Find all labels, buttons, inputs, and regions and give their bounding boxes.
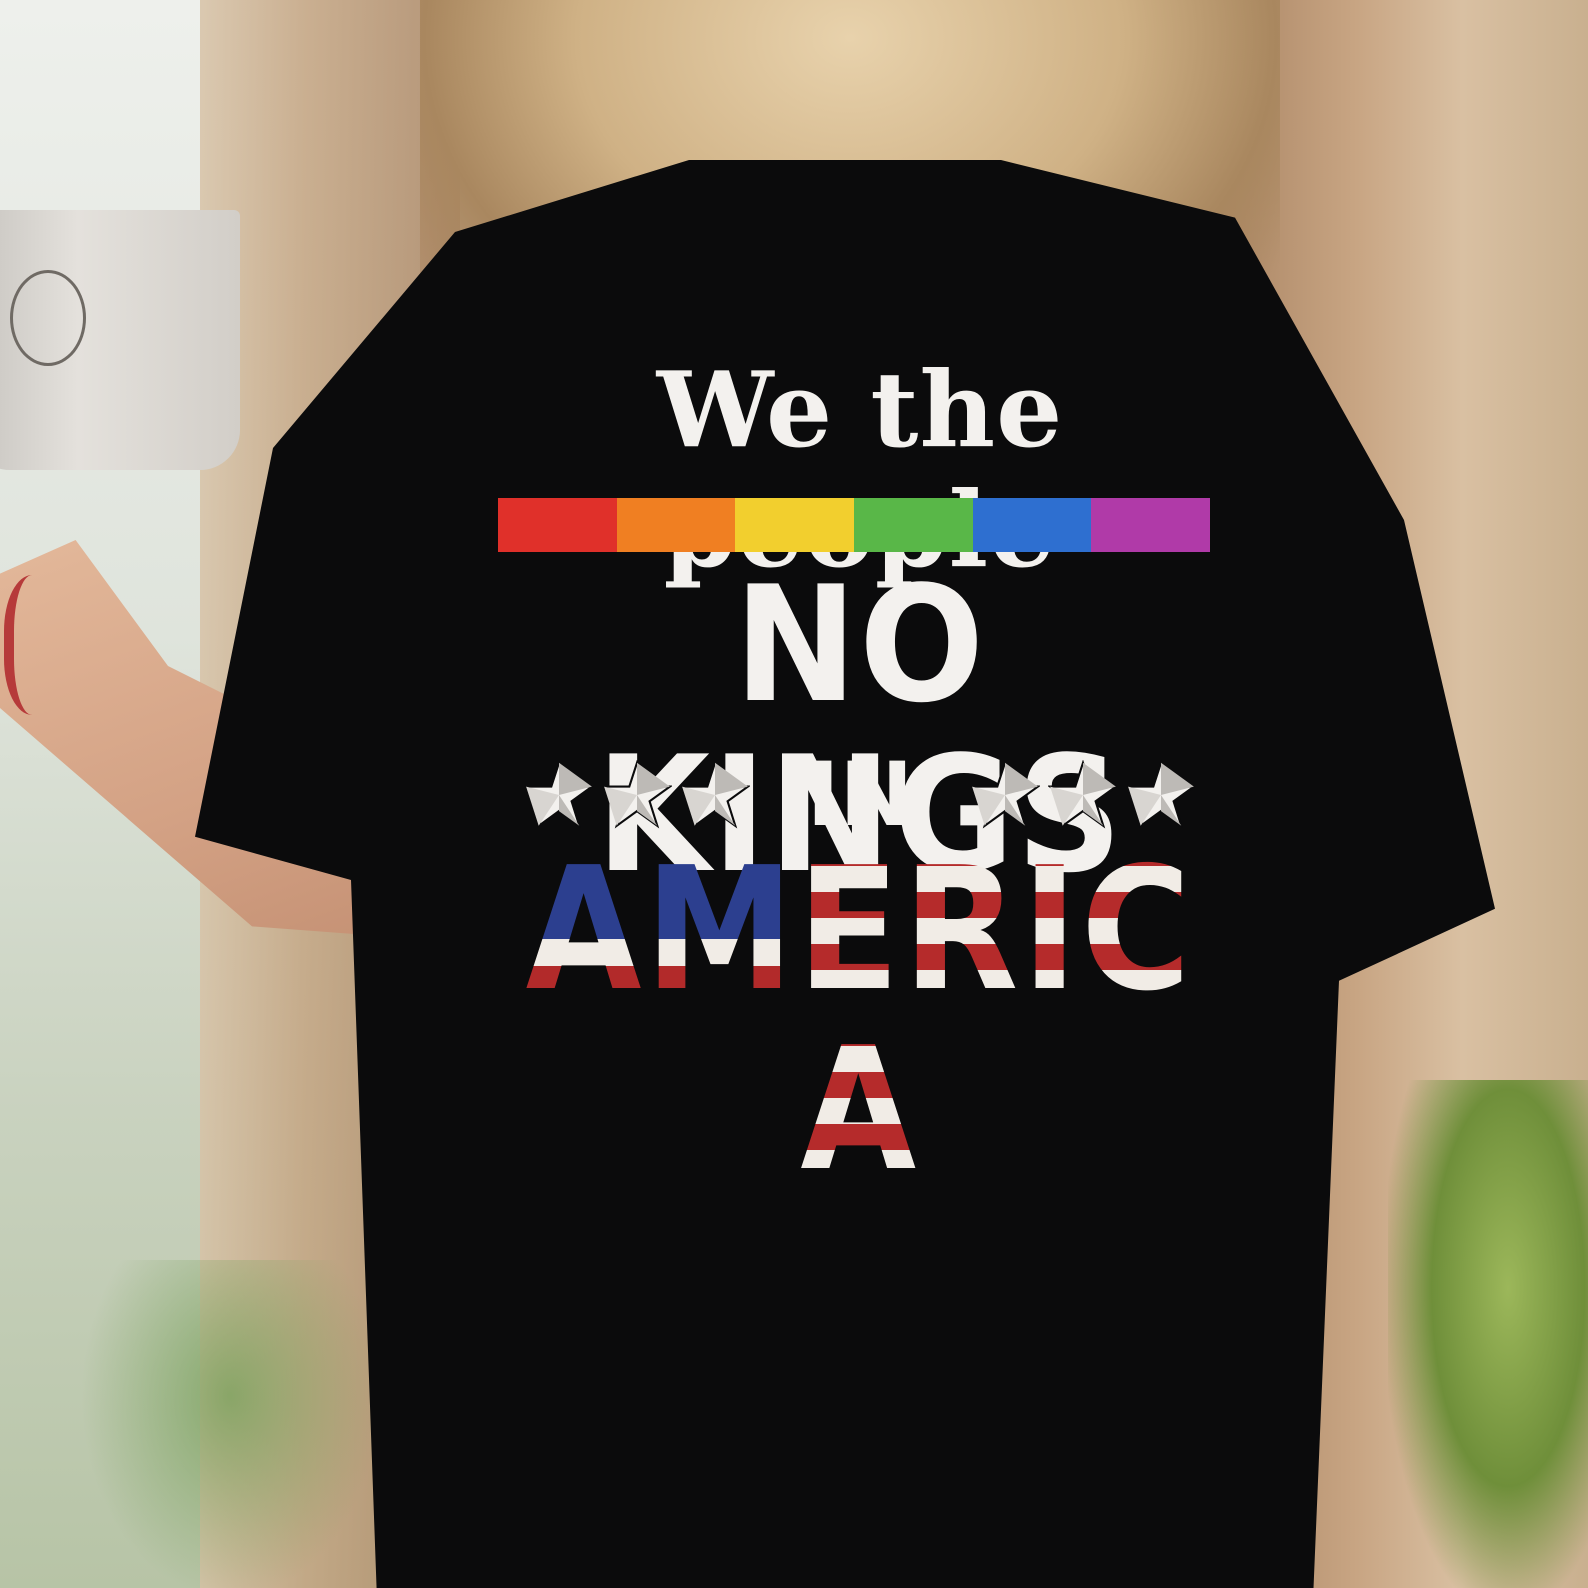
star-icon — [524, 760, 594, 830]
country-letter: A — [525, 831, 645, 1029]
country-letter: I — [1021, 831, 1082, 1029]
rainbow-stripe — [972, 498, 1092, 552]
rainbow-stripe — [616, 498, 736, 552]
bracelet — [4, 575, 74, 715]
rainbow-bar — [498, 498, 1211, 552]
plant-left — [80, 1260, 380, 1588]
tagline-text: We the people — [656, 348, 1064, 590]
star-icon — [680, 760, 750, 830]
photo-scene: We the people NO KINGS IN AMERICA — [0, 0, 1588, 1588]
stars-row: IN — [520, 750, 1200, 840]
country-letter: A — [800, 1011, 920, 1209]
star-icon — [1126, 760, 1196, 830]
shirt-print: We the people NO KINGS IN AMERICA — [480, 348, 1240, 1200]
headline-text: NO KINGS — [595, 551, 1125, 908]
country-letter: C — [1081, 831, 1195, 1029]
country-text: AMERICA — [525, 831, 1195, 1200]
country-letter: M — [644, 831, 798, 1029]
country-letter: R — [903, 831, 1022, 1029]
star-icon — [602, 760, 672, 830]
rainbow-stripe — [854, 498, 973, 552]
stars-left — [520, 760, 754, 830]
country-letter: E — [797, 831, 904, 1029]
rainbow-stripe — [1091, 498, 1211, 552]
plant-right — [1388, 1080, 1588, 1588]
stars-right — [966, 760, 1200, 830]
rainbow-stripe — [735, 498, 855, 552]
rainbow-stripe — [498, 498, 617, 552]
star-icon — [1048, 760, 1118, 830]
star-icon — [970, 760, 1040, 830]
cat-doodle-icon — [10, 270, 86, 366]
connector-text: IN — [806, 743, 914, 846]
